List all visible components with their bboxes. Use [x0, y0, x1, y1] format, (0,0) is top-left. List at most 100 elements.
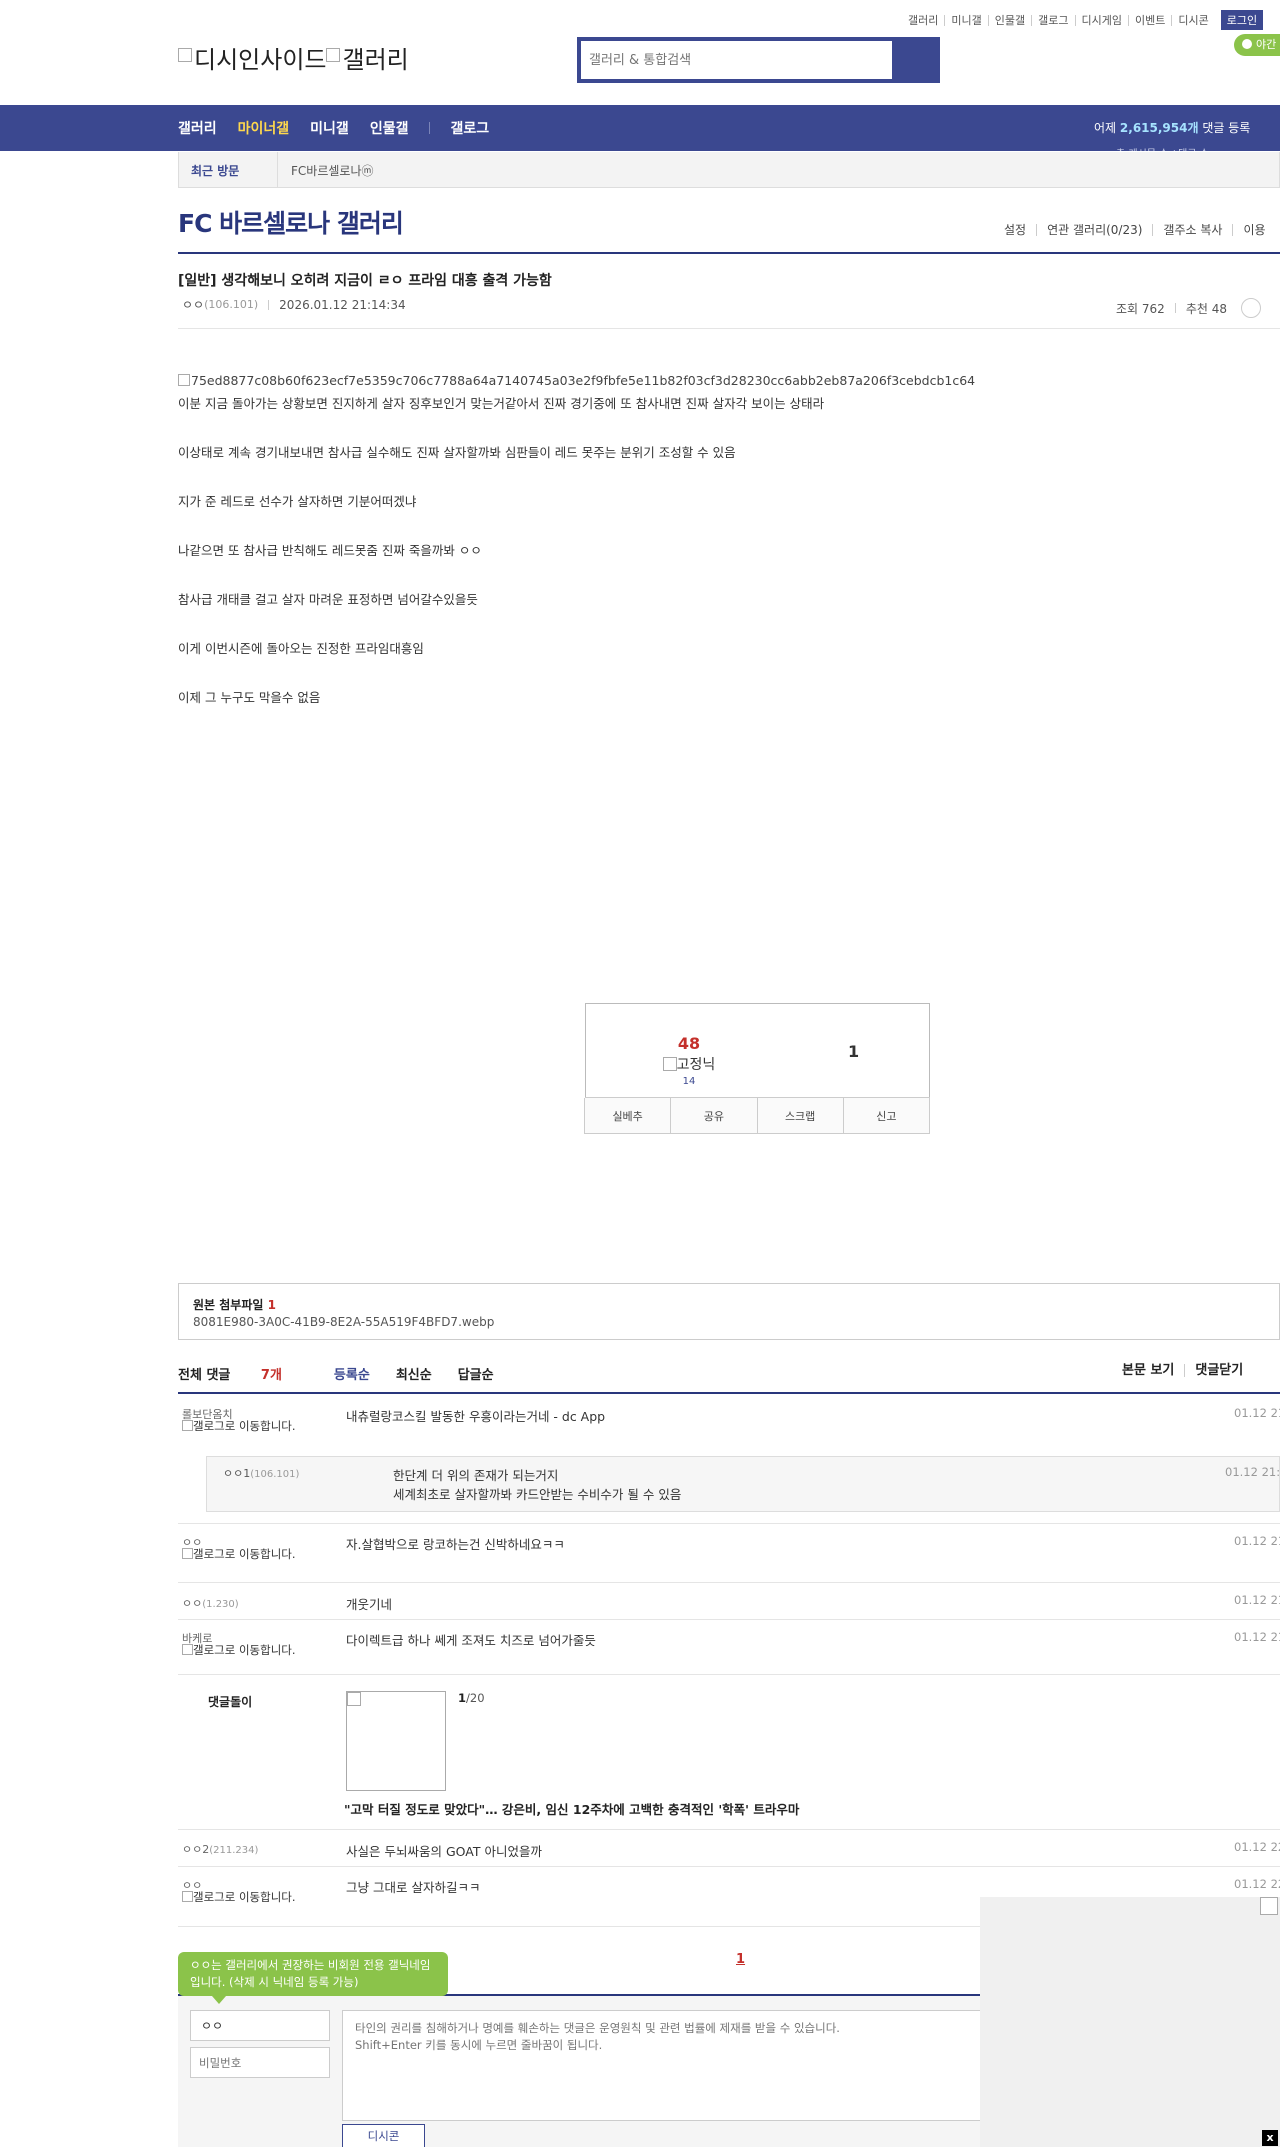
nav-minor-gallery[interactable]: 마이너갤	[238, 118, 290, 138]
util-menu: 갤러리 미니갤 인물갤 갤로그 디시게임 이벤트 디시콘 로그인	[902, 10, 1264, 30]
post-recommend: 추천 48	[1185, 301, 1227, 316]
report-button[interactable]: 신고	[842, 1098, 930, 1134]
comment-total-label: 전체 댓글	[178, 1368, 231, 1383]
ad-close-button[interactable]: x	[1262, 2130, 1278, 2146]
comment-nick[interactable]: ㅇㅇ2(211.234)	[182, 1841, 258, 1857]
post-header-divider	[178, 328, 1280, 329]
util-event[interactable]: 이벤트	[1127, 14, 1171, 26]
search-button[interactable]	[892, 41, 936, 79]
copy-gallery-url[interactable]: 갤주소 복사	[1152, 224, 1232, 236]
view-post-button[interactable]: 본문 보기	[1122, 1364, 1184, 1377]
broken-image-icon	[1260, 1897, 1278, 1915]
bot-page-total: /20	[466, 1691, 485, 1705]
gallog-link-text: 갤로그로 이동합니다.	[193, 1419, 296, 1433]
post-author[interactable]: ㅇㅇ	[182, 296, 204, 313]
close-comments-button[interactable]: 댓글닫기	[1184, 1364, 1253, 1377]
search-input[interactable]	[581, 41, 896, 79]
comment-nick[interactable]: ㅇㅇ(1.230)	[182, 1595, 239, 1611]
attachment-count: 1	[267, 1298, 276, 1312]
gallog-link-text: 갤로그로 이동합니다.	[193, 1890, 296, 1904]
nav-gallery[interactable]: 갤러리	[178, 118, 217, 138]
post-line: 지가 준 레드로 선수가 살자하면 기분어떠겠냐	[178, 494, 417, 509]
post-meta: ㅇㅇ (106.101) 2026.01.12 21:14:34	[182, 296, 406, 313]
comment-page-current[interactable]: 1	[736, 1952, 745, 1967]
reply-nick[interactable]: ㅇㅇ1(106.101)	[223, 1465, 299, 1481]
night-mode-label: 야간 모드	[1242, 38, 1280, 73]
attachment-label: 원본 첨부파일	[193, 1298, 264, 1312]
broken-image-icon	[326, 48, 341, 62]
attachment-title: 원본 첨부파일 1	[193, 1296, 276, 1313]
comment-text: 다이렉트급 하나 쎄게 조져도 치즈로 넘어가줄듯	[346, 1633, 596, 1648]
comment-date: 01.12 22	[1234, 1840, 1280, 1854]
util-gallery[interactable]: 갤러리	[902, 15, 944, 26]
comment-tabs: 전체 댓글 7개 등록순 최신순 답글순	[178, 1364, 520, 1383]
gallog-link[interactable]: 갤로그로 이동합니다.	[182, 1644, 312, 1656]
sort-registered[interactable]: 등록순	[334, 1364, 370, 1383]
post-image[interactable]: 75ed8877c08b60f623ecf7e5359c706c7788a64a…	[178, 372, 975, 388]
stat-value: 2,615,954개	[1119, 121, 1199, 135]
post-datetime: 2026.01.12 21:14:34	[279, 297, 406, 312]
title-divider	[178, 252, 1280, 254]
bot-article-link[interactable]: "고막 터질 정도로 맞았다"… 강은비, 임신 12주차에 고백한 충격적인 …	[344, 1799, 799, 1818]
reply-row: ㅇㅇ1(106.101) 한단계 더 위의 존재가 되는거지 세계최초로 살자할…	[206, 1456, 1280, 1512]
gallery-title[interactable]: FC 바르셀로나 갤러리	[178, 204, 404, 240]
sort-latest[interactable]: 최신순	[396, 1364, 432, 1383]
gallog-link[interactable]: 갤로그로 이동합니다.	[182, 1891, 312, 1903]
password-field[interactable]	[190, 2047, 330, 2078]
attachment-file-link[interactable]: 8081E980-3A0C-41B9-8E2A-55A519F4BFD7.web…	[193, 1315, 494, 1329]
comment-date: 01.12 21	[1234, 1406, 1280, 1420]
broken-image-icon	[178, 374, 190, 386]
post-line: 이제 그 누구도 막을수 없음	[178, 690, 321, 705]
nav-gallog[interactable]: 갤로그	[450, 118, 489, 138]
broken-image-icon	[182, 1644, 193, 1655]
util-person[interactable]: 인물갤	[987, 14, 1031, 26]
gallog-link-text: 갤로그로 이동합니다.	[193, 1643, 296, 1657]
comment-date: 01.12 21	[1234, 1630, 1280, 1644]
downvote-button[interactable]: 1	[848, 1042, 859, 1061]
nav-person-gallery[interactable]: 인물갤	[370, 118, 409, 138]
gallery-usage[interactable]: 이용	[1232, 224, 1275, 236]
recent-gallery-link[interactable]: FC바르셀로나ⓜ	[291, 162, 373, 179]
night-mode-toggle[interactable]: 야간 모드	[1234, 34, 1280, 73]
downvote-count: 1	[848, 1042, 860, 1061]
nickname-tooltip: ㅇㅇ는 갤러리에서 권장하는 비회원 전용 갤닉네임입니다. (삭제 시 닉네임…	[178, 1952, 448, 2004]
comment-row: ㅇㅇ 갤로그로 이동합니다. 자.살협박으로 랑코하는건 신박하네요ㅋㅋ 01.…	[178, 1524, 1280, 1583]
gallery-settings[interactable]: 설정	[994, 224, 1036, 236]
gallog-link[interactable]: 갤로그로 이동합니다.	[182, 1548, 312, 1560]
util-dccon[interactable]: 디시콘	[1171, 14, 1214, 26]
related-galleries[interactable]: 연관 갤러리(0/23)	[1036, 224, 1152, 236]
post-line: 나같으면 또 참사급 반칙해도 레드못줌 진짜 죽을까봐 ㅇㅇ	[178, 543, 482, 558]
comment-text: 그냥 그대로 살자하길ㅋㅋ	[346, 1880, 481, 1895]
comment-date: 01.12 22	[1234, 1877, 1280, 1891]
util-gallog[interactable]: 갤로그	[1031, 14, 1074, 26]
recent-visit-label: 최근 방문	[191, 164, 240, 178]
post-line: 이게 이번시즌에 돌아오는 진정한 프라임대흥임	[178, 641, 424, 656]
comment-date: 01.12 21	[1234, 1593, 1280, 1607]
best-recommend-button[interactable]: 실베추	[584, 1098, 672, 1134]
post-line: 참사급 개태클 걸고 살자 마려운 표정하면 넘어갈수있을듯	[178, 592, 478, 607]
comment-bot-row: 댓글돌이 1/20 "고막 터질 정도로 맞았다"… 강은비, 임신 12주차에…	[178, 1675, 1280, 1830]
nav-mini-gallery[interactable]: 미니갤	[310, 118, 349, 138]
login-button[interactable]: 로그인	[1220, 10, 1264, 30]
dccon-button[interactable]: 디시콘	[342, 2124, 425, 2147]
util-dcgame[interactable]: 디시게임	[1074, 14, 1128, 26]
post-title: [일반] 생각해보니 오히려 지금이 ㄹㅇ 프라임 대흥 출격 가능함	[178, 273, 552, 289]
upvote-button[interactable]: 48 고정닉 14	[649, 1034, 729, 1087]
scrap-button[interactable]: 스크랩	[756, 1098, 844, 1134]
comment-text: 개웃기네	[346, 1597, 393, 1612]
broken-image-icon	[662, 1057, 677, 1071]
comment-total: 전체 댓글 7개	[178, 1364, 308, 1383]
util-mini[interactable]: 미니갤	[944, 14, 987, 26]
share-button[interactable]: 공유	[670, 1098, 758, 1134]
ad-banner[interactable]	[980, 1897, 1280, 2147]
comment-count-circle[interactable]	[1240, 298, 1261, 318]
reply-date: 01.12 21:1	[1225, 1465, 1280, 1479]
site-logo[interactable]: 디시인사이드 갤러리	[178, 40, 409, 75]
bot-thumbnail[interactable]	[346, 1691, 446, 1791]
post-line: 이분 지금 돌아가는 상황보면 진지하게 살자 징후보인거 맞는거같아서 진짜 …	[178, 396, 825, 411]
fixed-nick-count: 14	[682, 1076, 696, 1087]
nickname-field[interactable]	[190, 2010, 330, 2041]
post-views: 조회 762	[1116, 301, 1165, 316]
sort-replies[interactable]: 답글순	[458, 1364, 494, 1383]
gallog-link[interactable]: 갤로그로 이동합니다.	[182, 1420, 312, 1432]
